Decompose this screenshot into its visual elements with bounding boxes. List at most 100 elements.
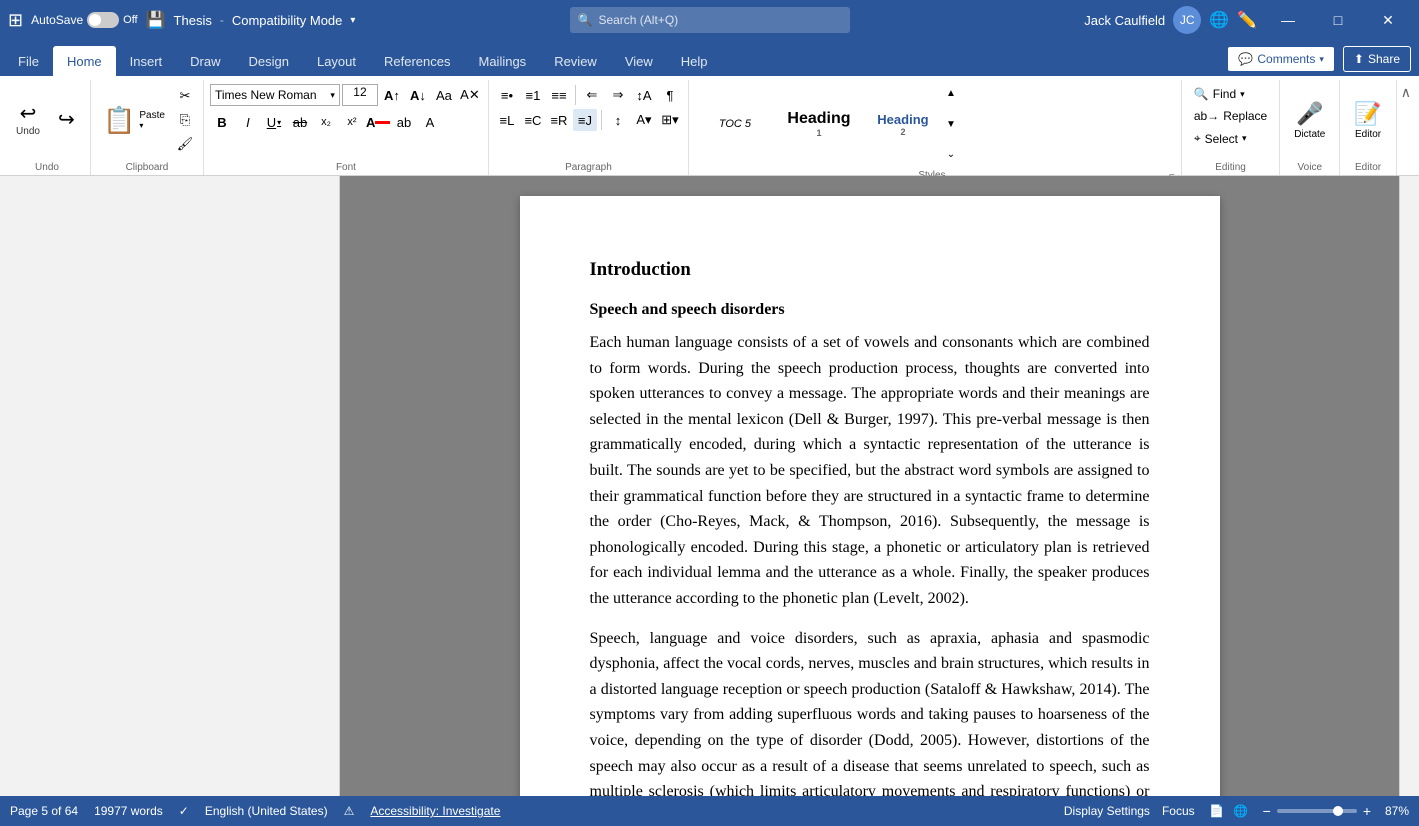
font-color-button[interactable]: A: [366, 111, 390, 133]
ribbon-tabs: File Home Insert Draw Design Layout Refe…: [0, 40, 1419, 76]
replace-button[interactable]: ab→ Replace: [1188, 106, 1273, 126]
tab-references[interactable]: References: [370, 46, 464, 76]
tab-home[interactable]: Home: [53, 46, 116, 76]
font-name-dropdown[interactable]: ▾: [330, 90, 335, 101]
dictate-button[interactable]: 🎤 Dictate: [1286, 97, 1333, 144]
close-button[interactable]: ✕: [1365, 0, 1411, 40]
display-settings-button[interactable]: Display Settings: [1064, 804, 1150, 818]
paragraph-1: Each human language consists of a set of…: [590, 330, 1150, 612]
app-body: Introduction Speech and speech disorders…: [0, 176, 1419, 796]
accessibility-label[interactable]: Accessibility: Investigate: [370, 804, 500, 818]
tab-design[interactable]: Design: [235, 46, 303, 76]
tab-layout[interactable]: Layout: [303, 46, 370, 76]
strikethrough-button[interactable]: ab: [288, 111, 312, 133]
styles-expand-icon[interactable]: ⌄: [947, 149, 955, 160]
change-case-button[interactable]: Aa: [432, 84, 456, 106]
save-icon[interactable]: 💾: [146, 10, 166, 30]
justify-button[interactable]: ≡J: [573, 109, 597, 131]
tab-draw[interactable]: Draw: [176, 46, 234, 76]
dropdown-arrow[interactable]: ▾: [350, 15, 355, 26]
italic-button[interactable]: I: [236, 111, 260, 133]
autosave-control[interactable]: AutoSave Off: [31, 12, 138, 28]
select-button[interactable]: ⌖ Select ▾: [1188, 128, 1253, 149]
shading-button[interactable]: A▾: [632, 109, 656, 131]
format-painter-button[interactable]: 🖌: [173, 133, 197, 155]
user-avatar[interactable]: JC: [1173, 6, 1201, 34]
clear-format-button[interactable]: A✕: [458, 84, 482, 106]
bold-button[interactable]: B: [210, 111, 234, 133]
find-dropdown[interactable]: ▾: [1240, 89, 1245, 100]
styles-scroll-arrows[interactable]: ▲ ▼ ⌄: [943, 84, 959, 164]
font-size-selector[interactable]: 12: [342, 84, 378, 106]
minimize-button[interactable]: —: [1265, 0, 1311, 40]
style-toc5[interactable]: TOC 5: [695, 88, 775, 160]
print-layout-button[interactable]: 📄: [1207, 801, 1227, 821]
globe-icon[interactable]: 🌐: [1209, 10, 1229, 30]
highlight-button[interactable]: ab: [392, 111, 416, 133]
doc-title: Thesis: [174, 13, 212, 28]
find-button[interactable]: 🔍 Find ▾: [1188, 84, 1251, 104]
align-right-button[interactable]: ≡R: [547, 109, 571, 131]
zoom-percent[interactable]: 87%: [1377, 804, 1409, 818]
zoom-out-button[interactable]: −: [1263, 803, 1271, 819]
ribbon-collapse[interactable]: ∧: [1397, 80, 1415, 175]
sort-button[interactable]: ↕A: [632, 84, 656, 106]
autosave-toggle[interactable]: [87, 12, 119, 28]
multilevel-list-button[interactable]: ≡≡: [547, 84, 571, 106]
zoom-slider[interactable]: [1277, 809, 1357, 813]
select-dropdown[interactable]: ▾: [1242, 133, 1247, 144]
align-left-button[interactable]: ≡L: [495, 109, 519, 131]
zoom-in-button[interactable]: +: [1363, 803, 1371, 819]
redo-button[interactable]: ↩: [48, 106, 84, 134]
increase-font-button[interactable]: A↑: [380, 84, 404, 106]
comments-button[interactable]: 💬 Comments ▾: [1227, 46, 1335, 72]
tab-mailings[interactable]: Mailings: [465, 46, 541, 76]
tab-help[interactable]: Help: [667, 46, 722, 76]
tab-view[interactable]: View: [611, 46, 667, 76]
web-layout-button[interactable]: 🌐: [1231, 801, 1251, 821]
scroll-down-icon[interactable]: ▼: [946, 119, 956, 130]
align-center-button[interactable]: ≡C: [521, 109, 545, 131]
scroll-up-icon[interactable]: ▲: [946, 88, 956, 99]
tab-file[interactable]: File: [4, 46, 53, 76]
line-spacing-button[interactable]: ↕: [606, 109, 630, 131]
decrease-indent-button[interactable]: ⇐: [580, 84, 604, 106]
style-heading2[interactable]: Heading 2: [863, 88, 943, 160]
toc5-preview: TOC 5: [719, 118, 751, 130]
tab-insert[interactable]: Insert: [116, 46, 177, 76]
copy-button[interactable]: ⎘: [173, 109, 197, 131]
tab-review[interactable]: Review: [540, 46, 611, 76]
paragraph-group: ≡• ≡1 ≡≡ ⇐ ⇒ ↕A ¶ ≡L ≡C ≡R ≡J ↕ A▾ ⊞▾ Pa…: [489, 80, 689, 175]
superscript-button[interactable]: x²: [340, 111, 364, 133]
paste-dropdown[interactable]: ▾: [139, 121, 165, 130]
voice-group: 🎤 Dictate Voice: [1280, 80, 1340, 175]
cut-button[interactable]: ✂: [173, 85, 197, 107]
borders-button[interactable]: ⊞▾: [658, 109, 682, 131]
search-box[interactable]: 🔍 Search (Alt+Q): [570, 7, 850, 33]
subscript-button[interactable]: x₂: [314, 111, 338, 133]
pen-icon[interactable]: ✏️: [1237, 10, 1257, 30]
focus-button[interactable]: Focus: [1162, 804, 1195, 818]
comments-dropdown[interactable]: ▾: [1319, 54, 1324, 65]
numbered-list-button[interactable]: ≡1: [521, 84, 545, 106]
style-heading1[interactable]: Heading 1: [779, 88, 859, 160]
restore-button[interactable]: □: [1315, 0, 1361, 40]
clipboard-group: 📋 Paste ▾ ✂ ⎘ 🖌 Clipboard: [91, 80, 204, 175]
accessibility-icon[interactable]: ⚠: [344, 804, 355, 818]
paste-button[interactable]: 📋 Paste ▾: [97, 101, 171, 140]
share-button[interactable]: ⬆ Share: [1343, 46, 1411, 72]
show-formatting-button[interactable]: ¶: [658, 84, 682, 106]
font-name-selector[interactable]: Times New Roman ▾: [210, 84, 340, 106]
document-area[interactable]: Introduction Speech and speech disorders…: [340, 176, 1399, 796]
undo-button[interactable]: ↩ Undo: [10, 100, 46, 141]
increase-indent-button[interactable]: ⇒: [606, 84, 630, 106]
bullets-button[interactable]: ≡•: [495, 84, 519, 106]
underline-button[interactable]: U▾: [262, 111, 286, 133]
editor-button[interactable]: 📝 Editor: [1346, 97, 1389, 144]
app-grid-icon[interactable]: ⊞: [8, 10, 23, 31]
undo-group: ↩ Undo ↩ Undo: [4, 80, 91, 175]
text-color-button[interactable]: A: [418, 111, 442, 133]
decrease-font-button[interactable]: A↓: [406, 84, 430, 106]
page-info: Page 5 of 64: [10, 804, 78, 818]
editing-group-label: Editing: [1188, 160, 1273, 175]
